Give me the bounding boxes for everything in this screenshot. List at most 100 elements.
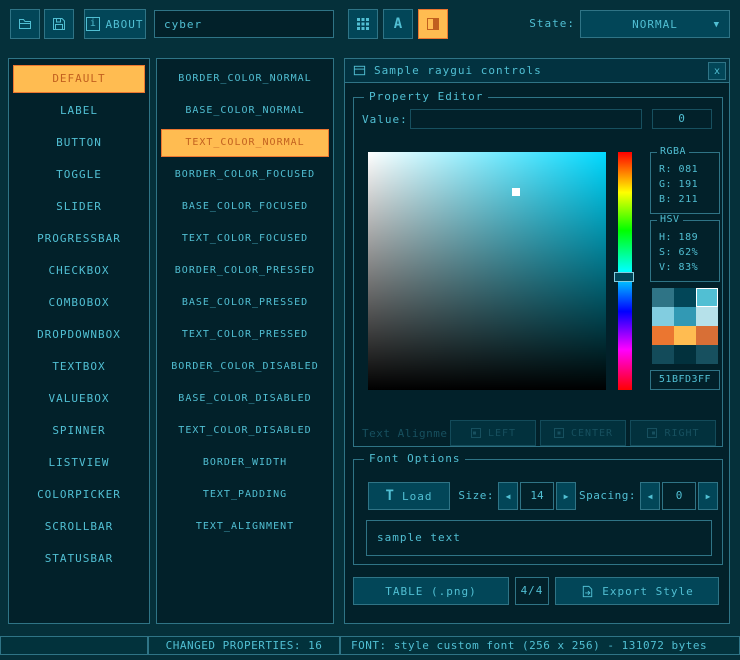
property-item-border-width[interactable]: BORDER_WIDTH — [161, 449, 329, 477]
property-item-text-color-pressed[interactable]: TEXT_COLOR_PRESSED — [161, 321, 329, 349]
control-item-colorpicker[interactable]: COLORPICKER — [13, 481, 145, 509]
property-item-text-alignment[interactable]: TEXT_ALIGNMENT — [161, 513, 329, 541]
property-item-border-color-normal[interactable]: BORDER_COLOR_NORMAL — [161, 65, 329, 93]
font-size-value[interactable]: 14 — [520, 482, 554, 510]
hsv-group-label: HSV — [657, 214, 683, 225]
rgba-r-value: R: 081 — [659, 162, 719, 177]
value-number-box[interactable]: 0 — [652, 109, 712, 129]
page-indicator[interactable]: 4/4 — [515, 577, 549, 605]
info-icon: i — [86, 17, 100, 31]
color-swatch[interactable] — [696, 326, 718, 345]
property-item-base-color-normal[interactable]: BASE_COLOR_NORMAL — [161, 97, 329, 125]
property-item-border-color-pressed[interactable]: BORDER_COLOR_PRESSED — [161, 257, 329, 285]
sample-text-input[interactable]: sample text — [366, 520, 712, 556]
value-label: Value: — [362, 113, 408, 126]
control-item-progressbar[interactable]: PROGRESSBAR — [13, 225, 145, 253]
color-swatch[interactable] — [652, 326, 674, 345]
align-center-icon — [553, 427, 565, 439]
control-item-combobox[interactable]: COMBOBOX — [13, 289, 145, 317]
control-item-button[interactable]: BUTTON — [13, 129, 145, 157]
style-name-input[interactable] — [154, 10, 334, 38]
rgba-b-value: B: 211 — [659, 192, 719, 207]
size-increase-button[interactable]: ▶ — [556, 482, 576, 510]
hsv-s-value: S: 62% — [659, 245, 719, 260]
status-font-info: FONT: style custom font (256 x 256) - 13… — [340, 636, 740, 655]
color-swatch[interactable] — [652, 288, 674, 307]
rgba-group: RGBA R: 081 G: 191 B: 211 — [650, 152, 720, 214]
hex-color-input[interactable]: 51BFD3FF — [650, 370, 720, 390]
property-item-text-color-disabled[interactable]: TEXT_COLOR_DISABLED — [161, 417, 329, 445]
load-style-button[interactable] — [10, 9, 40, 39]
font-settings-button[interactable]: A — [383, 9, 413, 39]
control-item-textbox[interactable]: TEXTBOX — [13, 353, 145, 381]
window-titlebar[interactable]: Sample raygui controls x — [345, 59, 729, 83]
text-t-icon: T — [386, 488, 395, 504]
color-swatch[interactable] — [674, 288, 696, 307]
style-colors-button[interactable] — [418, 9, 448, 39]
property-item-base-color-pressed[interactable]: BASE_COLOR_PRESSED — [161, 289, 329, 317]
control-item-listview[interactable]: LISTVIEW — [13, 449, 145, 477]
color-picker-cursor[interactable] — [512, 188, 520, 196]
control-item-dropdownbox[interactable]: DROPDOWNBOX — [13, 321, 145, 349]
align-right-label: RIGHT — [664, 428, 699, 439]
property-item-text-color-focused[interactable]: TEXT_COLOR_FOCUSED — [161, 225, 329, 253]
file-export-icon — [580, 584, 595, 599]
control-item-statusbar[interactable]: STATUSBAR — [13, 545, 145, 573]
align-right-button[interactable]: RIGHT — [630, 420, 716, 446]
color-swatch[interactable] — [674, 307, 696, 326]
align-left-button[interactable]: LEFT — [450, 420, 536, 446]
property-editor-group: Property Editor Value: 0 RGBA R: 081 G: … — [353, 97, 723, 447]
property-item-border-color-disabled[interactable]: BORDER_COLOR_DISABLED — [161, 353, 329, 381]
control-item-checkbox[interactable]: CHECKBOX — [13, 257, 145, 285]
property-item-text-padding[interactable]: TEXT_PADDING — [161, 481, 329, 509]
color-swatch[interactable] — [696, 345, 718, 364]
window-title: Sample raygui controls — [374, 64, 542, 77]
chevron-down-icon: ▼ — [714, 20, 720, 30]
control-item-label[interactable]: LABEL — [13, 97, 145, 125]
font-options-group-label: Font Options — [364, 452, 465, 465]
spacing-decrease-button[interactable]: ◀ — [640, 482, 660, 510]
style-color-palette — [652, 288, 718, 364]
state-dropdown-value: NORMAL — [632, 18, 678, 31]
hue-slider[interactable] — [618, 152, 632, 390]
export-style-button[interactable]: Export Style — [555, 577, 719, 605]
align-center-button[interactable]: CENTER — [540, 420, 626, 446]
control-item-valuebox[interactable]: VALUEBOX — [13, 385, 145, 413]
align-left-icon — [470, 427, 482, 439]
state-dropdown[interactable]: NORMAL ▼ — [580, 10, 730, 38]
close-button[interactable]: x — [708, 62, 726, 80]
spacing-increase-button[interactable]: ▶ — [698, 482, 718, 510]
export-style-label: Export Style — [602, 585, 693, 598]
export-format-button[interactable]: TABLE (.png) — [353, 577, 509, 605]
property-item-border-color-focused[interactable]: BORDER_COLOR_FOCUSED — [161, 161, 329, 189]
control-item-scrollbar[interactable]: SCROLLBAR — [13, 513, 145, 541]
property-item-base-color-disabled[interactable]: BASE_COLOR_DISABLED — [161, 385, 329, 413]
sample-controls-window: Sample raygui controls x Property Editor… — [344, 58, 730, 624]
color-swatch[interactable] — [652, 345, 674, 364]
control-item-slider[interactable]: SLIDER — [13, 193, 145, 221]
size-decrease-button[interactable]: ◀ — [498, 482, 518, 510]
save-style-button[interactable] — [44, 9, 74, 39]
color-swatch[interactable] — [696, 307, 718, 326]
color-swatch[interactable] — [696, 288, 718, 307]
load-font-button[interactable]: T Load — [368, 482, 450, 510]
control-item-toggle[interactable]: TOGGLE — [13, 161, 145, 189]
value-input[interactable] — [410, 109, 642, 129]
rgba-group-label: RGBA — [657, 146, 689, 157]
folder-open-icon — [17, 16, 33, 32]
status-segment-left — [0, 636, 148, 655]
controls-table-button[interactable] — [348, 9, 378, 39]
color-swatch[interactable] — [652, 307, 674, 326]
saturation-value-panel[interactable] — [368, 152, 606, 390]
status-changed-properties: CHANGED PROPERTIES: 16 — [148, 636, 340, 655]
color-swatch[interactable] — [674, 326, 696, 345]
about-button[interactable]: i ABOUT — [84, 9, 146, 39]
property-item-base-color-focused[interactable]: BASE_COLOR_FOCUSED — [161, 193, 329, 221]
control-item-spinner[interactable]: SPINNER — [13, 417, 145, 445]
color-swatch[interactable] — [674, 345, 696, 364]
font-spacing-value[interactable]: 0 — [662, 482, 696, 510]
property-item-text-color-normal[interactable]: TEXT_COLOR_NORMAL — [161, 129, 329, 157]
font-options-group: Font Options T Load Size: ◀ 14 ▶ Spacing… — [353, 459, 723, 565]
hue-slider-handle[interactable] — [614, 272, 634, 282]
control-item-default[interactable]: DEFAULT — [13, 65, 145, 93]
